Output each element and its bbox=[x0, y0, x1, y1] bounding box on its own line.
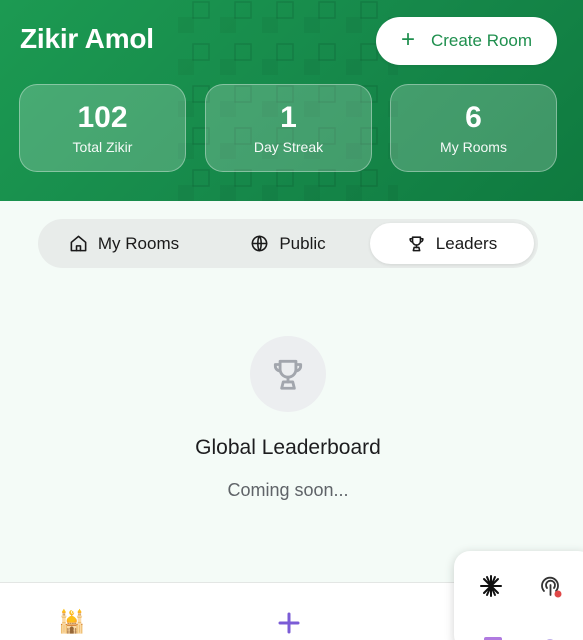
empty-state-subtitle: Coming soon... bbox=[227, 480, 349, 500]
floating-tool-panel bbox=[454, 551, 583, 640]
plus-icon: + bbox=[400, 26, 415, 53]
tab-label: My Rooms bbox=[97, 233, 180, 253]
tab-my-rooms[interactable]: My Rooms bbox=[42, 223, 206, 264]
create-room-label: Create Room bbox=[430, 31, 533, 50]
panel-icons-partial bbox=[484, 637, 554, 640]
stat-value: 102 bbox=[77, 101, 128, 134]
tab-public[interactable]: Public bbox=[206, 223, 370, 264]
recording-icon[interactable] bbox=[538, 573, 564, 599]
sparkle-icon[interactable] bbox=[479, 574, 503, 598]
tab-label: Public bbox=[279, 233, 326, 253]
tab-leaders[interactable]: Leaders bbox=[370, 223, 534, 264]
trophy-icon bbox=[273, 359, 303, 390]
stat-label: Day Streak bbox=[253, 139, 324, 155]
app-root: Zikir Amol + Create Room 102 Total Zikir… bbox=[0, 0, 583, 640]
stat-label: Total Zikir bbox=[72, 139, 133, 155]
stat-value: 6 bbox=[465, 101, 482, 134]
stat-card-total-zikir: 102 Total Zikir bbox=[19, 84, 186, 172]
stat-label: My Rooms bbox=[440, 139, 507, 155]
mosque-icon[interactable]: 🕌 bbox=[58, 611, 85, 633]
tab-label: Leaders bbox=[435, 233, 498, 253]
tab-bar: My Rooms Public Leaders bbox=[38, 219, 538, 268]
stat-card-my-rooms: 6 My Rooms bbox=[390, 84, 557, 172]
stat-value: 1 bbox=[280, 101, 297, 134]
create-room-button[interactable]: + Create Room bbox=[376, 17, 557, 65]
plus-icon[interactable] bbox=[277, 611, 301, 635]
trophy-icon bbox=[409, 236, 424, 252]
empty-state-icon-circle bbox=[250, 336, 326, 412]
home-icon bbox=[70, 235, 87, 252]
header: Zikir Amol + Create Room 102 Total Zikir… bbox=[0, 0, 583, 201]
empty-state-title: Global Leaderboard bbox=[195, 436, 381, 459]
app-title: Zikir Amol bbox=[20, 23, 154, 54]
globe-icon bbox=[251, 235, 268, 252]
stat-card-day-streak: 1 Day Streak bbox=[205, 84, 372, 172]
